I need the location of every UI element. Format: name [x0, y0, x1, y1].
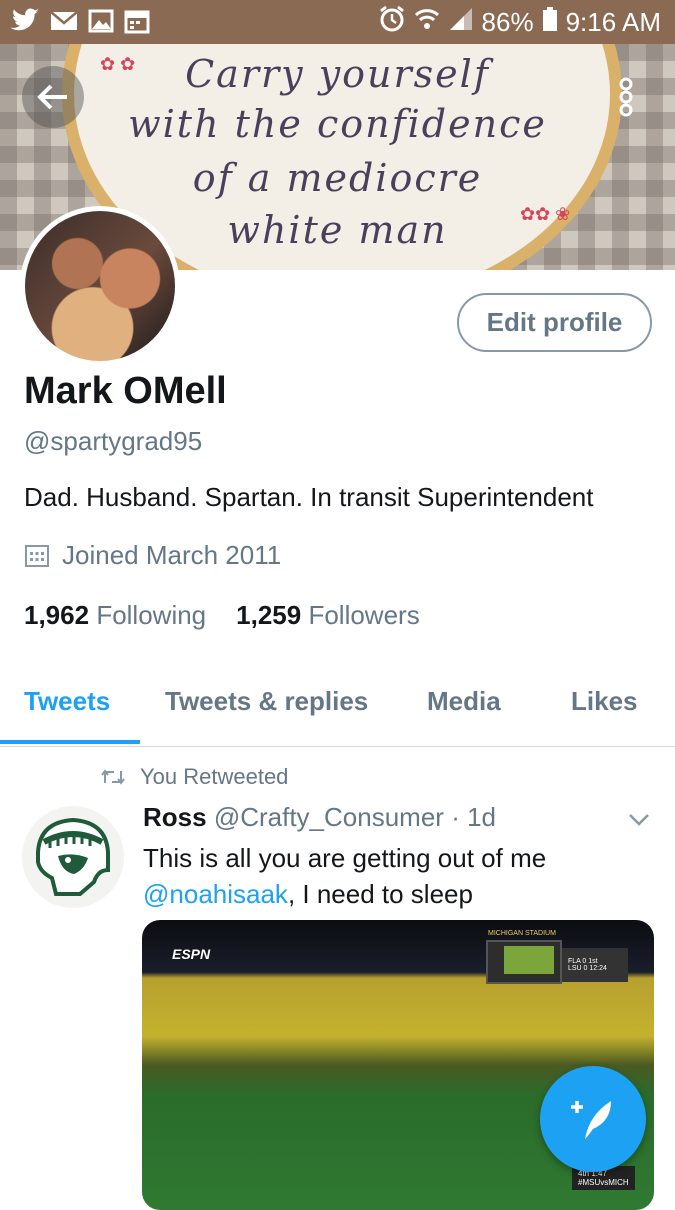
- calendar-icon: [25, 544, 49, 567]
- stadium-sign: MICHIGAN STADIUM: [488, 930, 556, 937]
- more-vertical-icon: [619, 77, 633, 117]
- tweet-text: This is all you are getting out of me @n…: [143, 840, 643, 912]
- banner-line-3: of a mediocre: [192, 156, 483, 200]
- jumbotron-screen: [504, 946, 554, 974]
- tweet-text-part1: This is all you are getting out of me: [143, 843, 547, 873]
- back-arrow-icon: [37, 84, 67, 110]
- profile-tabs: Tweets Tweets & replies Media Likes: [0, 672, 675, 747]
- flower-decoration-icon: ✿✿ ❀: [520, 204, 571, 224]
- profile-avatar[interactable]: [20, 206, 180, 366]
- alarm-icon: [378, 5, 406, 40]
- chevron-down-icon: [629, 814, 649, 826]
- tweet-author-handle[interactable]: @Crafty_Consumer: [214, 802, 444, 832]
- battery-icon: [542, 6, 558, 39]
- corner-score-tag: #MSUvsMICH: [578, 1178, 629, 1187]
- banner-line-2: with the confidence: [128, 102, 547, 146]
- network-logo: ESPN: [172, 946, 211, 962]
- back-button[interactable]: [22, 66, 84, 128]
- retweet-icon: [101, 769, 125, 785]
- scoreboard: FLA 0 1st LSU 0 12:24: [562, 948, 628, 982]
- compose-feather-icon: [571, 1101, 611, 1139]
- flower-decoration-icon: ✿ ✿: [100, 54, 136, 74]
- tweet-author-avatar[interactable]: [22, 806, 124, 908]
- followers-count: 1,259: [236, 600, 302, 630]
- tab-tweets[interactable]: Tweets: [24, 686, 110, 717]
- profile-name: Mark OMell: [24, 370, 227, 412]
- battery-percent: 86%: [481, 7, 534, 37]
- tweet-separator: ·: [451, 802, 460, 832]
- twitter-icon: [10, 8, 40, 39]
- tab-tweets-replies[interactable]: Tweets & replies: [165, 686, 368, 717]
- signal-icon: [448, 6, 474, 39]
- calendar-icon: [124, 8, 150, 39]
- tab-likes[interactable]: Likes: [571, 686, 638, 717]
- wifi-icon: [414, 6, 440, 39]
- following-count: 1,962: [24, 600, 90, 630]
- stadium-jumbotron: [486, 940, 562, 984]
- profile-handle: @spartygrad95: [24, 426, 203, 456]
- status-bar: 86% 9:16 AM: [0, 0, 675, 44]
- spartan-helmet-icon: [36, 817, 110, 896]
- tweet-author-name[interactable]: Ross: [143, 802, 207, 832]
- tweet-time: 1d: [467, 802, 497, 832]
- joined-text: Joined March 2011: [62, 540, 282, 570]
- score-row: LSU 0 12:24: [568, 965, 607, 972]
- profile-bio: Dad. Husband. Spartan. In transit Superi…: [24, 482, 594, 512]
- following-link[interactable]: 1,962 Following: [24, 600, 206, 631]
- active-tab-indicator: [0, 740, 140, 744]
- gallery-icon: [88, 9, 114, 38]
- followers-link[interactable]: 1,259 Followers: [236, 600, 420, 631]
- follow-counts: 1,962 Following 1,259 Followers: [24, 600, 420, 631]
- retweet-label: You Retweeted: [140, 764, 289, 789]
- compose-tweet-button[interactable]: [540, 1066, 646, 1172]
- score-row: FLA 0 1st: [568, 958, 598, 965]
- edit-profile-button[interactable]: Edit profile: [457, 293, 652, 352]
- tweet-text-part2: , I need to sleep: [287, 879, 473, 909]
- more-options-button[interactable]: [598, 66, 654, 128]
- joined-date: Joined March 2011: [24, 540, 281, 571]
- mail-icon: [50, 10, 78, 37]
- followers-label: Followers: [308, 600, 420, 630]
- following-label: Following: [96, 600, 207, 630]
- clock: 9:16 AM: [565, 7, 661, 37]
- tweet-menu-button[interactable]: [628, 806, 650, 834]
- tweet-header: Ross @Crafty_Consumer · 1d: [143, 802, 496, 833]
- tab-media[interactable]: Media: [427, 686, 501, 717]
- tweet-mention-link[interactable]: @noahisaak: [143, 879, 288, 909]
- retweet-context: You Retweeted: [100, 764, 288, 790]
